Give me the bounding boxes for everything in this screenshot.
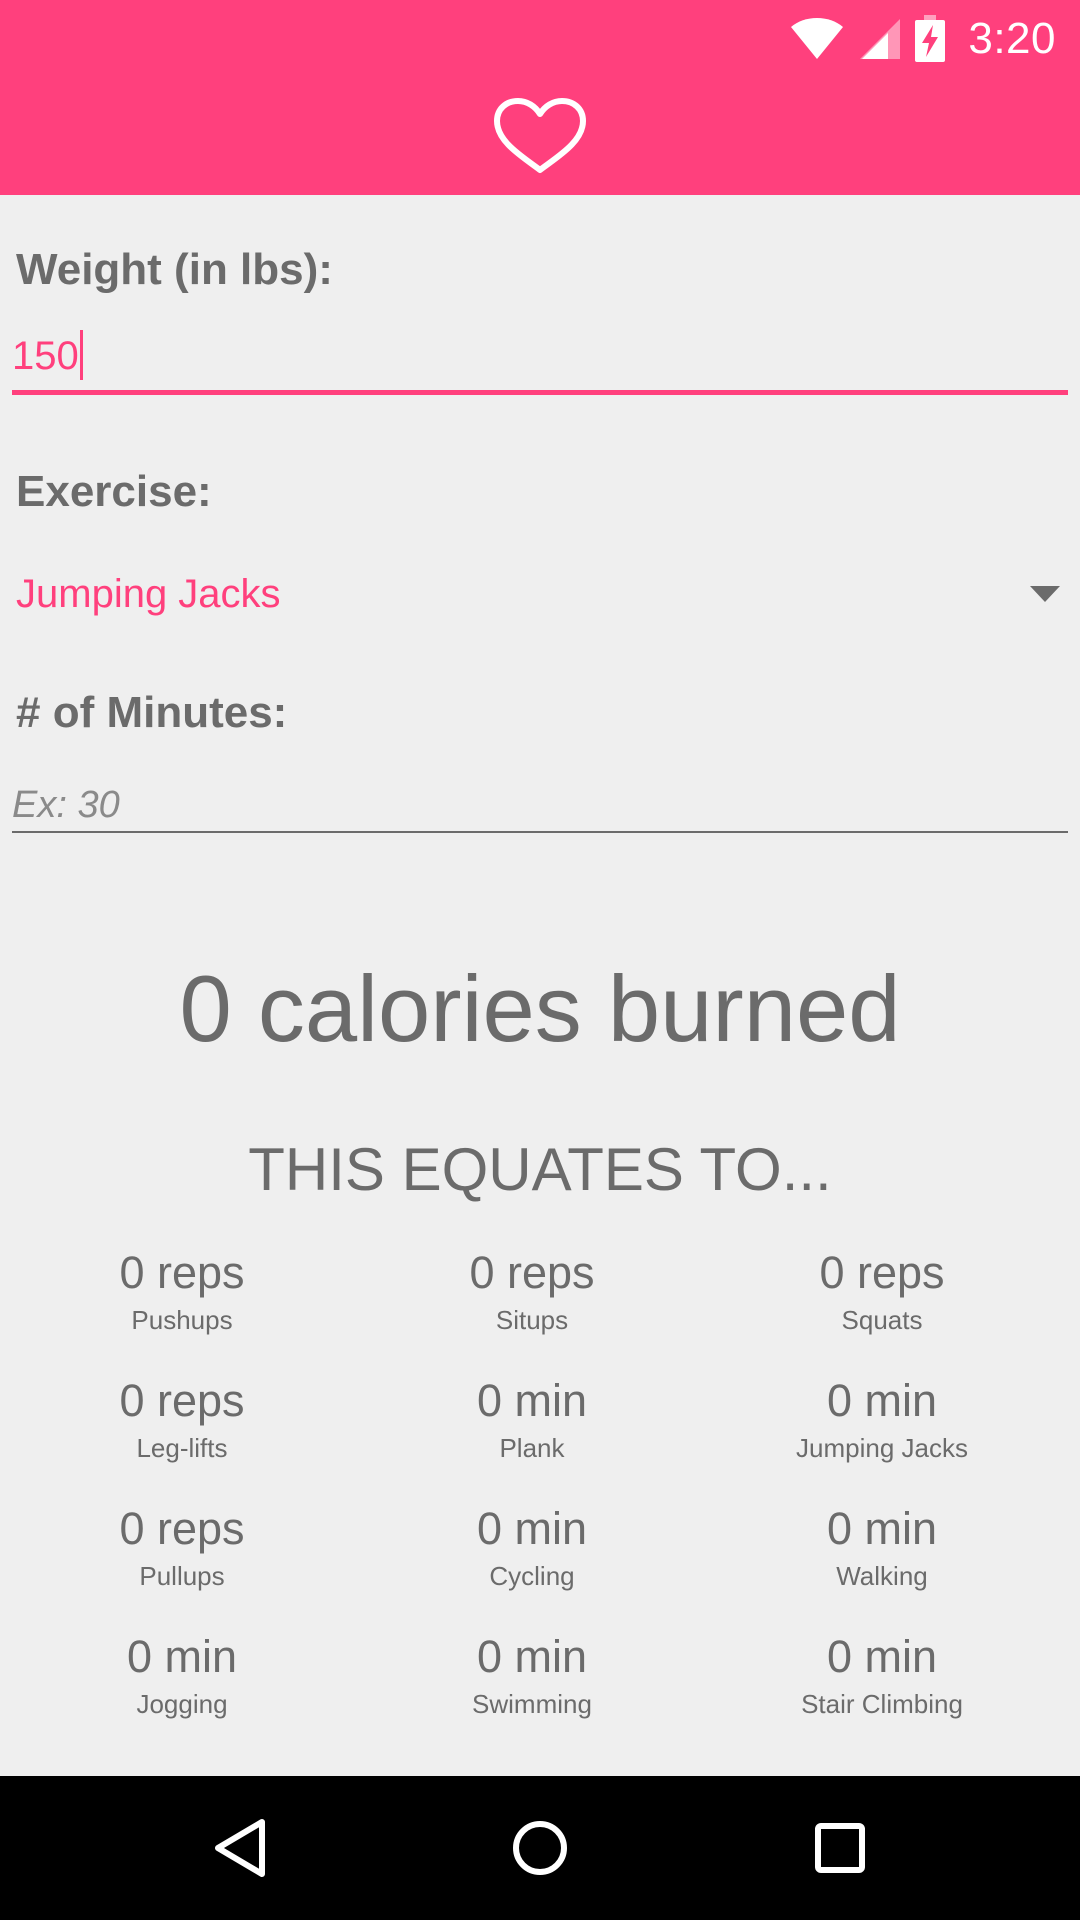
equivalent-name: Stair Climbing [801, 1689, 963, 1719]
battery-charging-icon [915, 15, 946, 62]
text-cursor [79, 330, 83, 381]
app-header: 3:20 [0, 0, 1080, 195]
status-time: 3:20 [968, 14, 1056, 63]
minutes-input-underline [12, 831, 1068, 833]
equivalent-amount: 0 reps [119, 1247, 245, 1298]
exercise-label: Exercise: [16, 467, 212, 516]
equivalent-amount: 0 min [826, 1503, 938, 1554]
equivalent-amount: 0 reps [819, 1247, 945, 1298]
wifi-icon [791, 18, 844, 59]
equivalent-pushups: 0 reps Pushups [2, 1245, 362, 1336]
equivalent-amount: 0 min [476, 1375, 588, 1426]
equivalent-name: Squats [841, 1305, 923, 1335]
equivalent-name: Pushups [131, 1305, 233, 1335]
equivalent-name: Jogging [136, 1689, 228, 1719]
equivalent-amount: 0 reps [469, 1247, 595, 1298]
status-bar: 3:20 [790, 12, 1056, 66]
equivalent-amount: 0 min [826, 1631, 938, 1682]
equivalent-walking: 0 min Walking [702, 1501, 1062, 1592]
equivalent-amount: 0 reps [119, 1375, 245, 1426]
equivalent-name: Leg-lifts [136, 1433, 228, 1463]
equivalent-jumping-jacks: 0 min Jumping Jacks [702, 1373, 1062, 1464]
navigation-bar [0, 1776, 1080, 1920]
minutes-input[interactable] [12, 775, 1068, 835]
minutes-label: # of Minutes: [16, 688, 288, 737]
equivalent-name: Swimming [472, 1689, 592, 1719]
equates-heading: THIS EQUATES TO... [248, 1136, 832, 1203]
equivalent-name: Situps [495, 1305, 569, 1335]
equivalent-plank: 0 min Plank [352, 1373, 712, 1464]
heart-icon [494, 98, 586, 173]
recents-icon[interactable] [798, 1806, 882, 1890]
dropdown-arrow-icon [1030, 586, 1060, 602]
equivalent-amount: 0 reps [119, 1503, 245, 1554]
equivalent-squats: 0 reps Squats [702, 1245, 1062, 1336]
equivalent-leg-lifts: 0 reps Leg-lifts [2, 1373, 362, 1464]
equivalent-amount: 0 min [826, 1375, 938, 1426]
home-icon[interactable] [498, 1806, 582, 1890]
weight-value: 150 [12, 334, 79, 378]
weight-input-underline [12, 390, 1068, 395]
app-screen: 3:20 Weight (in lbs): 150 Exercise: Jump… [0, 0, 1080, 1920]
back-icon[interactable] [198, 1806, 282, 1890]
equivalent-amount: 0 min [126, 1631, 238, 1682]
equivalent-swimming: 0 min Swimming [352, 1629, 712, 1720]
equivalent-situps: 0 reps Situps [352, 1245, 712, 1336]
equivalent-name: Walking [836, 1561, 928, 1591]
exercise-dropdown[interactable]: Jumping Jacks [0, 560, 1080, 630]
equivalent-name: Pullups [139, 1561, 225, 1591]
equivalent-amount: 0 min [476, 1503, 588, 1554]
weight-label: Weight (in lbs): [16, 245, 333, 294]
weight-input[interactable]: 150 [12, 330, 83, 381]
exercise-selected-value: Jumping Jacks [16, 572, 281, 616]
signal-icon [860, 19, 901, 59]
equivalent-pullups: 0 reps Pullups [2, 1501, 362, 1592]
equivalent-stair-climbing: 0 min Stair Climbing [702, 1629, 1062, 1720]
equivalent-amount: 0 min [476, 1631, 588, 1682]
calories-burned: 0 calories burned [179, 956, 901, 1061]
equivalent-name: Plank [499, 1433, 565, 1463]
equivalent-cycling: 0 min Cycling [352, 1501, 712, 1592]
equivalent-name: Jumping Jacks [796, 1433, 968, 1463]
equivalent-name: Cycling [489, 1561, 575, 1591]
equivalent-jogging: 0 min Jogging [2, 1629, 362, 1720]
